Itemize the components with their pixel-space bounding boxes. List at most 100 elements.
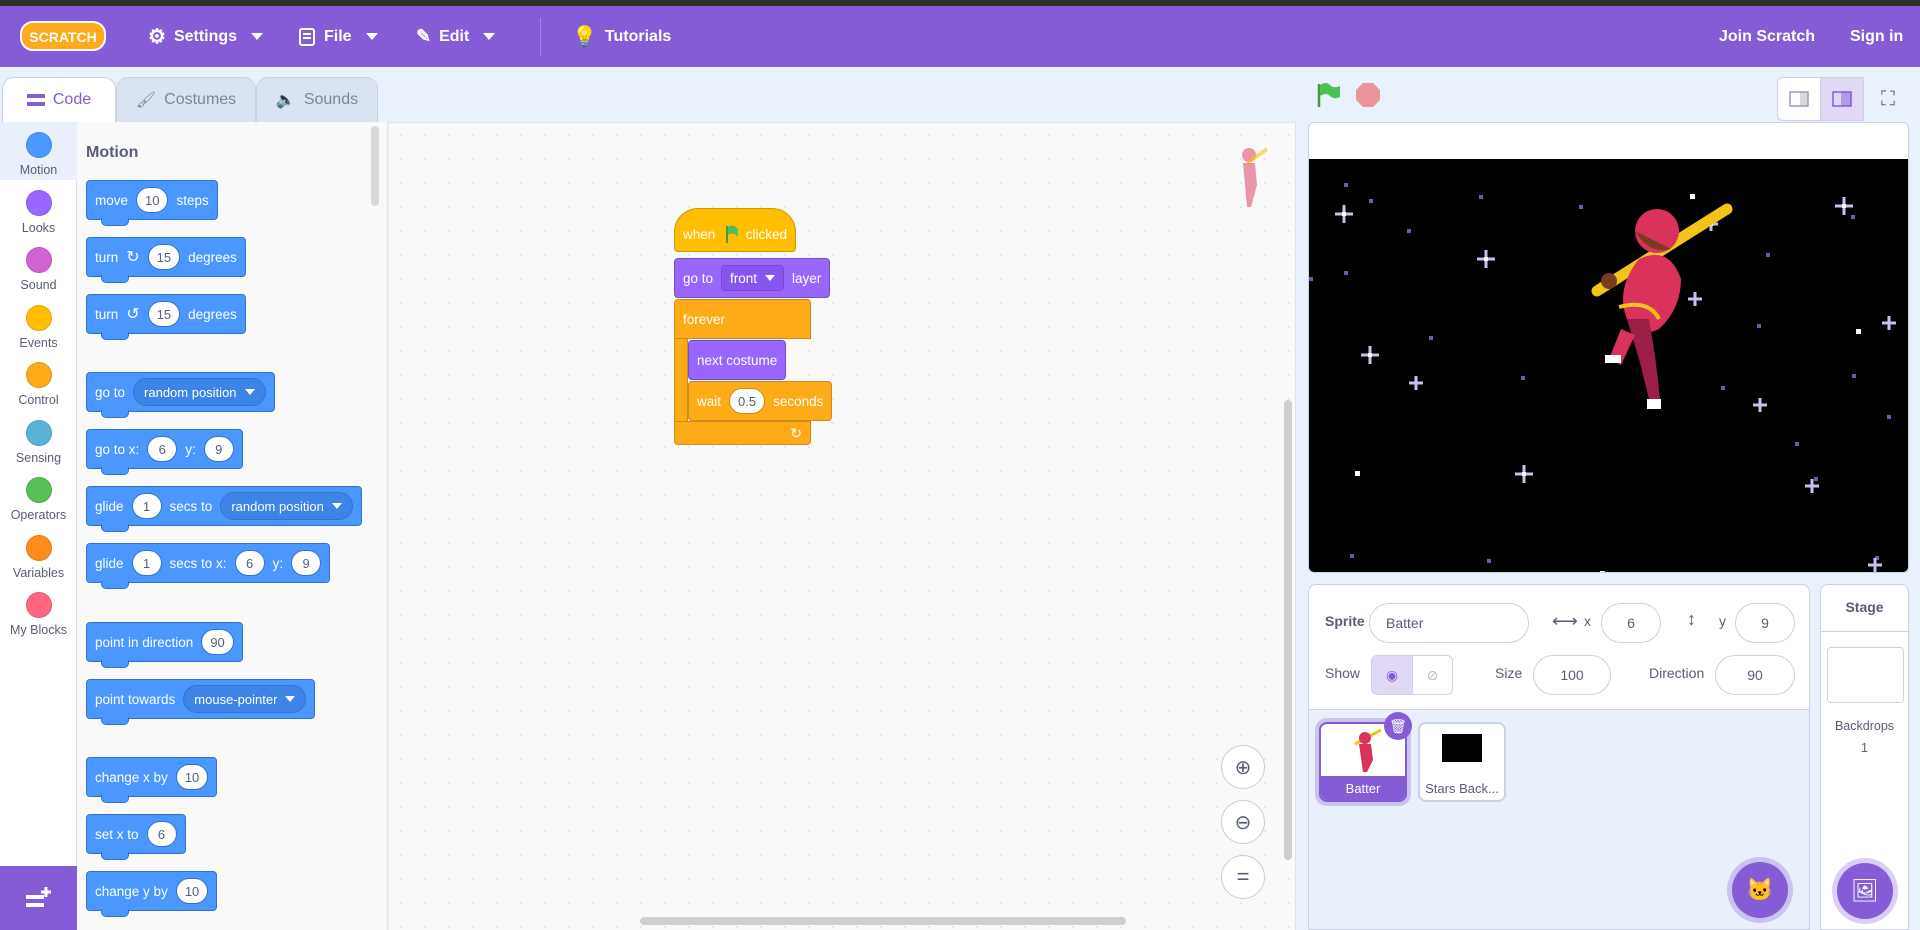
forever-footer: ↻ <box>674 421 811 445</box>
settings-menu[interactable]: ⚙ Settings <box>148 6 264 67</box>
chevron-down-icon <box>251 33 264 40</box>
block-glide-to[interactable]: glide 1 secs to random position <box>86 486 362 532</box>
code-workspace[interactable]: when clicked go to front layer forever ↻… <box>389 122 1296 930</box>
category-sensing[interactable]: Sensing <box>0 410 77 468</box>
block-glide-to-xy[interactable]: glide 1 secs to x: 6 y: 9 <box>86 543 331 589</box>
sprite-name-field[interactable]: Batter <box>1369 603 1529 643</box>
sprite-thumb-stars[interactable]: Stars Back... <box>1418 722 1506 802</box>
tutorials-button[interactable]: 💡 Tutorials <box>572 6 671 67</box>
stage-canvas[interactable] <box>1309 159 1909 573</box>
block-dropdown[interactable]: front <box>721 265 785 291</box>
block-text: turn <box>95 306 119 322</box>
block-input[interactable]: 6 <box>146 821 177 847</box>
green-flag-icon[interactable] <box>1314 81 1342 109</box>
block-input[interactable]: 1 <box>131 493 162 519</box>
tab-sounds[interactable]: 🔈 Sounds <box>256 77 378 122</box>
tab-code-label: Code <box>52 91 92 108</box>
palette-section-title: Motion <box>86 144 139 161</box>
block-dropdown[interactable]: random position <box>133 378 266 406</box>
block-point-towards[interactable]: point towards mouse-pointer <box>86 679 316 725</box>
green-flag-icon <box>726 225 738 243</box>
when-flag-clicked-block[interactable]: when clicked <box>674 208 796 252</box>
backdrop-thumbnail[interactable] <box>1827 647 1904 703</box>
block-input[interactable]: 9 <box>291 550 322 576</box>
go-to-layer-block[interactable]: go to front layer <box>674 258 831 298</box>
palette-scrollbar[interactable] <box>371 126 379 206</box>
tab-costumes[interactable]: 🖌 Costumes <box>116 77 256 122</box>
category-motion[interactable]: Motion <box>0 122 77 180</box>
category-variables[interactable]: Variables <box>0 525 77 583</box>
choose-backdrop-button[interactable]: 🖼 <box>1837 863 1893 919</box>
block-dropdown[interactable]: mouse-pointer <box>183 685 307 713</box>
speaker-icon: 🔈 <box>275 92 296 109</box>
block-move-steps[interactable]: move 10 steps <box>86 180 218 226</box>
add-extension-button[interactable] <box>0 866 77 930</box>
size-field[interactable]: 100 <box>1533 655 1611 695</box>
category-my-blocks[interactable]: My Blocks <box>0 582 77 640</box>
stop-icon[interactable] <box>1354 81 1382 109</box>
block-dropdown[interactable]: random position <box>220 492 353 520</box>
block-input[interactable]: 10 <box>175 878 209 904</box>
workspace-horizontal-scrollbar[interactable] <box>640 917 1126 925</box>
direction-value: 90 <box>1747 667 1763 683</box>
direction-field[interactable]: 90 <box>1715 655 1795 695</box>
x-position-field[interactable]: 6 <box>1601 603 1661 643</box>
file-menu[interactable]: File <box>298 6 378 67</box>
small-stage-button[interactable] <box>1777 77 1821 121</box>
category-label: Sensing <box>15 450 62 465</box>
dropdown-value: random position <box>231 498 324 514</box>
show-visible-button[interactable]: ◉ <box>1372 656 1412 694</box>
block-change-x[interactable]: change x by 10 <box>86 757 218 803</box>
block-point-in-direction[interactable]: point in direction 90 <box>86 622 243 668</box>
block-input[interactable]: 1 <box>131 550 162 576</box>
join-scratch-link[interactable]: Join Scratch <box>1719 6 1815 67</box>
stage-target-panel[interactable]: Stage Backdrops 1 🖼 <box>1820 584 1909 930</box>
block-input[interactable]: 6 <box>234 550 265 576</box>
delete-sprite-button[interactable]: 🗑 <box>1384 712 1412 740</box>
block-go-to-xy[interactable]: go to x: 6 y: 9 <box>86 429 243 475</box>
tab-code[interactable]: Code <box>2 77 116 122</box>
fullscreen-icon: ⛶ <box>1881 87 1895 110</box>
wait-seconds-block[interactable]: wait 0.5 seconds <box>688 381 833 421</box>
next-costume-block[interactable]: next costume <box>688 340 787 380</box>
batter-sprite[interactable] <box>1591 203 1733 409</box>
block-input[interactable]: 6 <box>147 436 178 462</box>
category-looks[interactable]: Looks <box>0 180 77 238</box>
block-input[interactable]: 15 <box>147 301 181 327</box>
zoom-reset-button[interactable]: = <box>1221 855 1265 899</box>
block-set-x[interactable]: set x to 6 <box>86 814 186 860</box>
zoom-out-button[interactable]: ⊖ <box>1221 800 1265 844</box>
y-position-field[interactable]: 9 <box>1735 603 1795 643</box>
stage[interactable] <box>1308 122 1909 573</box>
block-turn-right[interactable]: turn ↻ 15 degrees <box>86 237 246 283</box>
block-input[interactable]: 90 <box>201 629 234 655</box>
batter-thumbnail <box>1354 728 1382 772</box>
file-label: File <box>324 27 352 45</box>
show-hidden-button[interactable]: ⊘ <box>1411 656 1452 694</box>
category-events[interactable]: Events <box>0 295 77 353</box>
category-sound[interactable]: Sound <box>0 237 77 295</box>
block-change-y[interactable]: change y by 10 <box>86 871 218 917</box>
zoom-in-button[interactable]: ⊕ <box>1221 745 1265 789</box>
block-go-to[interactable]: go to random position <box>86 372 275 418</box>
workspace-vertical-scrollbar[interactable] <box>1284 400 1292 860</box>
scratch-logo[interactable]: SCRATCH <box>20 20 106 52</box>
normal-stage-button[interactable] <box>1820 77 1864 121</box>
category-dot <box>25 534 52 561</box>
dropdown-value: front <box>730 270 758 286</box>
brush-icon: 🖌 <box>135 92 157 109</box>
block-text: change y by <box>95 883 168 899</box>
block-input[interactable]: 15 <box>147 244 181 270</box>
choose-sprite-button[interactable]: 🐱 <box>1732 862 1788 918</box>
category-control[interactable]: Control <box>0 352 77 410</box>
sign-in-link[interactable]: Sign in <box>1850 6 1903 67</box>
category-operators[interactable]: Operators <box>0 467 77 525</box>
block-turn-left[interactable]: turn ↺ 15 degrees <box>86 294 246 340</box>
edit-menu[interactable]: ✎ Edit <box>416 6 496 67</box>
block-input[interactable]: 0.5 <box>729 388 766 414</box>
fullscreen-button[interactable]: ⛶ <box>1866 77 1910 121</box>
block-input[interactable]: 10 <box>175 764 209 790</box>
block-input[interactable]: 9 <box>203 436 234 462</box>
block-text: turn <box>95 249 119 265</box>
block-input[interactable]: 10 <box>136 187 169 213</box>
